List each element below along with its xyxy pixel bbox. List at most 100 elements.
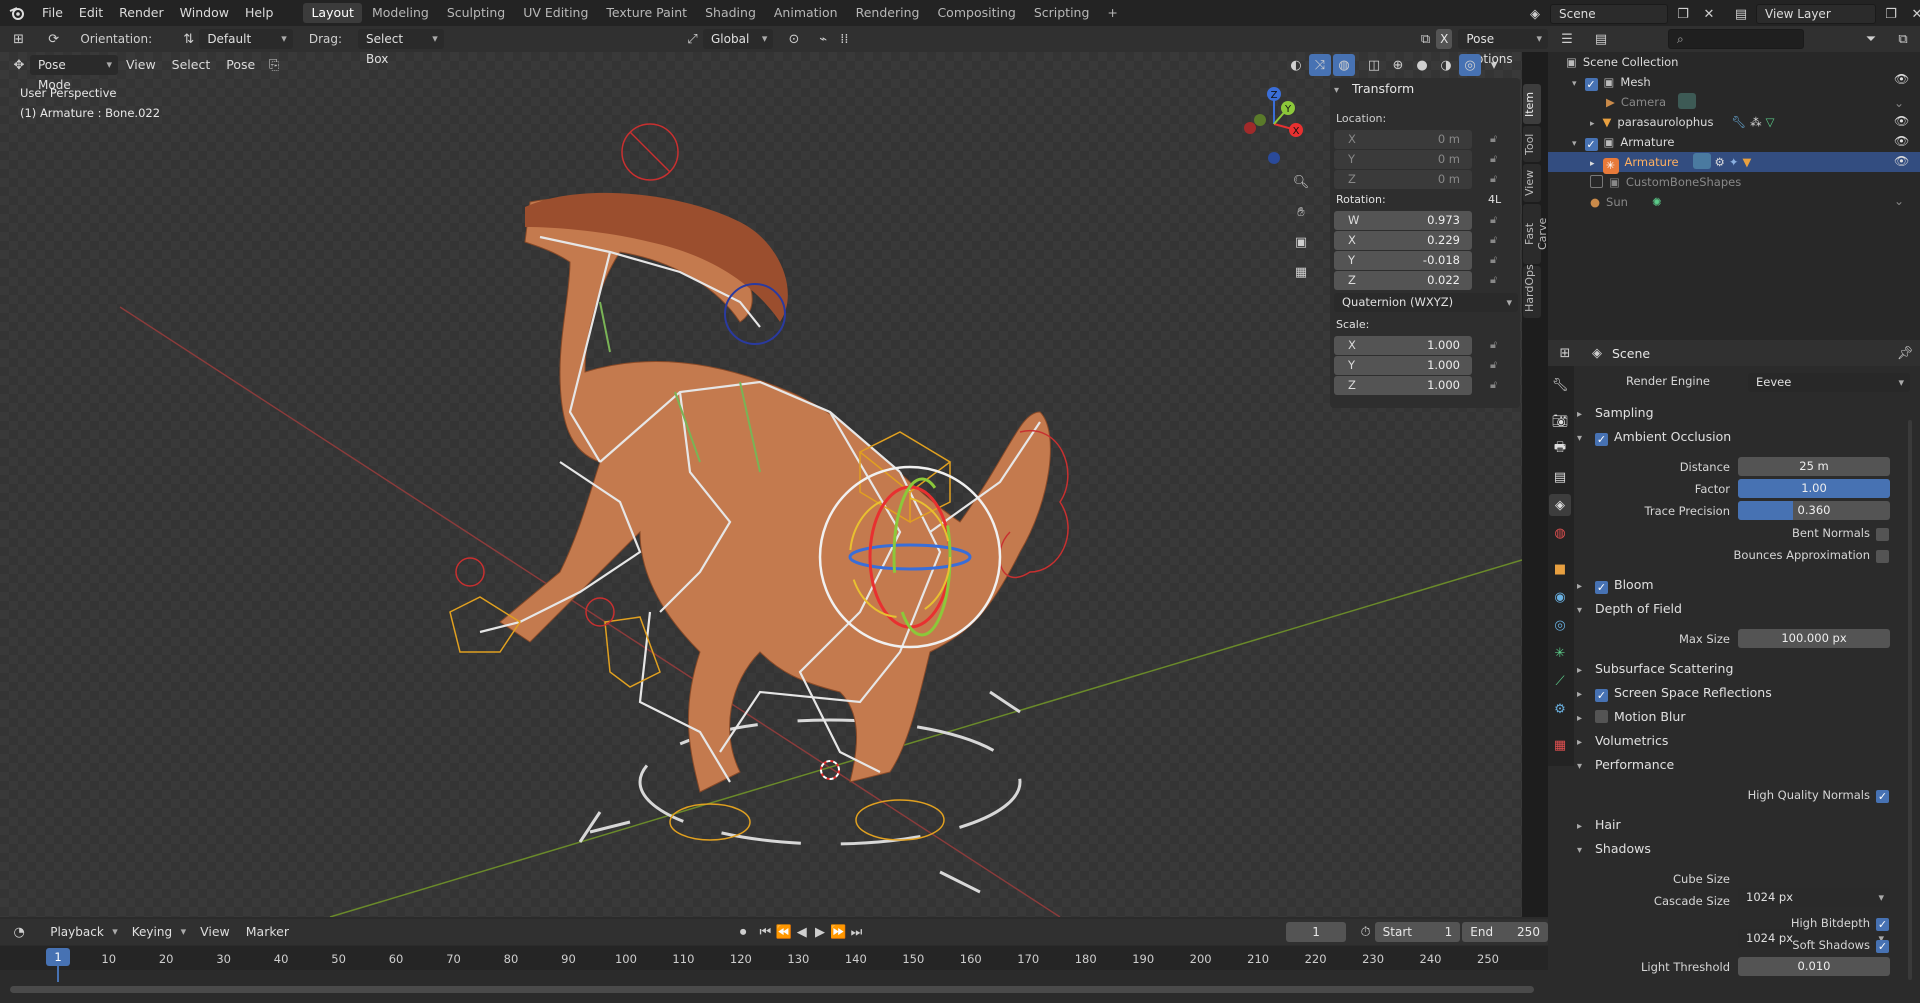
scale-y-field[interactable]: Y 1.000 <box>1334 356 1472 375</box>
perspective-grid-icon[interactable]: ▦ <box>1290 261 1312 283</box>
pose-options-dropdown[interactable]: Pose Options <box>1458 29 1549 66</box>
tab-sculpting[interactable]: Sculpting <box>439 3 513 23</box>
object-tab-icon[interactable]: ■ <box>1549 558 1571 580</box>
tool-tab-icon[interactable]: 🔧︎ <box>1549 374 1571 396</box>
section-ambient-occlusion[interactable]: ▾ Ambient Occlusion <box>1577 426 1731 448</box>
dof-max-size-field[interactable]: 100.000 px <box>1738 629 1890 648</box>
navigation-gizmo[interactable]: Z Y X <box>1240 84 1304 164</box>
motion-blur-checkbox[interactable] <box>1595 710 1608 723</box>
transform-panel-header[interactable]: ▾ Transform <box>1334 81 1414 96</box>
editor-type-icon[interactable]: ⊞ <box>8 28 29 50</box>
snap-icon[interactable]: ⌁ <box>813 28 834 50</box>
eye-icon[interactable]: 👁︎ <box>1894 154 1909 168</box>
lock-icon[interactable]: 🔓︎ <box>1490 338 1497 352</box>
lock-icon[interactable]: 🔓︎ <box>1490 253 1497 267</box>
pose-tool-icon[interactable]: ⟳ <box>43 28 64 50</box>
jump-end-icon[interactable]: ⏭ <box>847 921 865 943</box>
close-layer-icon[interactable]: ✕ <box>1906 3 1920 25</box>
rotation-w-field[interactable]: W 0.973 <box>1334 211 1472 230</box>
render-engine-dropdown[interactable]: Eevee <box>1748 373 1910 392</box>
eye-closed-icon[interactable]: ⌄ <box>1894 194 1904 208</box>
high-bitdepth-checkbox[interactable] <box>1876 918 1889 931</box>
ao-checkbox[interactable] <box>1595 433 1608 446</box>
zoom-icon[interactable]: 🔍︎ <box>1290 171 1312 193</box>
bent-normals-checkbox[interactable] <box>1876 528 1889 541</box>
x-mirror-toggle[interactable]: X <box>1436 29 1453 49</box>
view-layer-tab-icon[interactable]: ▤ <box>1549 466 1571 488</box>
eye-icon[interactable]: 👁︎ <box>1894 72 1909 86</box>
expand-icon[interactable]: ▸ <box>1590 119 1595 129</box>
scene-tab-icon[interactable]: ◈ <box>1549 494 1571 516</box>
ssr-checkbox[interactable] <box>1595 689 1608 702</box>
blender-logo-icon[interactable] <box>6 2 28 24</box>
keying-menu[interactable]: Keying <box>124 922 192 942</box>
expand-icon[interactable]: ▾ <box>1572 139 1577 149</box>
sidebar-tab-tool[interactable]: Tool <box>1523 126 1541 162</box>
current-frame-field[interactable]: 1 <box>1285 922 1347 942</box>
lock-icon[interactable]: 🔓︎ <box>1490 233 1497 247</box>
hq-normals-checkbox[interactable] <box>1876 790 1889 803</box>
eye-closed-icon[interactable]: ⌄ <box>1894 96 1904 110</box>
lock-icon[interactable]: 🔓︎ <box>1490 172 1497 186</box>
transform-orientation-dropdown[interactable]: Global <box>703 29 774 49</box>
location-x-field[interactable]: X 0 m <box>1334 130 1472 149</box>
output-tab-icon[interactable]: 🖶 <box>1549 438 1571 460</box>
rotation-z-field[interactable]: Z 0.022 <box>1334 271 1472 290</box>
marker-menu[interactable]: Marker <box>238 919 297 945</box>
outliner-parasaurolophus[interactable]: ▸ ▼ parasaurolophus 🔧︎ ⁂ ▽ <box>1590 112 1774 132</box>
close-scene-icon[interactable]: ✕ <box>1698 3 1720 25</box>
scene-selector[interactable]: Scene <box>1550 4 1668 24</box>
section-performance[interactable]: ▾ Performance <box>1577 754 1674 776</box>
collection-checkbox[interactable] <box>1584 138 1598 151</box>
light-threshold-field[interactable]: 0.010 <box>1738 957 1890 976</box>
location-z-field[interactable]: Z 0 m <box>1334 170 1472 189</box>
next-keyframe-icon[interactable]: ⏩ <box>829 921 847 943</box>
new-collection-icon[interactable]: ⧉ <box>1892 28 1914 50</box>
orientation-dropdown[interactable]: Default <box>199 29 293 49</box>
render-tab-icon[interactable]: 📷︎ <box>1549 410 1571 432</box>
timeline-editor-icon[interactable]: ◔ <box>10 921 28 943</box>
ao-distance-field[interactable]: 25 m <box>1738 457 1890 476</box>
lock-icon[interactable]: 🔓︎ <box>1490 152 1497 166</box>
copy-scene-icon[interactable]: ❐ <box>1672 3 1694 25</box>
lock-icon[interactable]: 🔓︎ <box>1490 132 1497 146</box>
snap-target-icon[interactable]: ⁞⁞ <box>834 28 855 50</box>
eye-icon[interactable]: 👁︎ <box>1894 114 1909 128</box>
section-depth-of-field[interactable]: ▾ Depth of Field <box>1577 598 1682 620</box>
tab-layout[interactable]: Layout <box>303 3 362 23</box>
rotation-y-field[interactable]: Y -0.018 <box>1334 251 1472 270</box>
outliner-custombone-collection[interactable]: ▣ CustomBoneShapes <box>1590 172 1741 192</box>
outliner-sun[interactable]: ● Sun ✺ <box>1590 192 1662 212</box>
location-y-field[interactable]: Y 0 m <box>1334 150 1472 169</box>
display-mode-icon[interactable]: ▤ <box>1590 28 1612 50</box>
collection-checkbox[interactable] <box>1590 175 1603 188</box>
menu-edit[interactable]: Edit <box>71 0 111 26</box>
pivot-icon[interactable]: ⊙ <box>783 28 804 50</box>
section-subsurface[interactable]: ▸ Subsurface Scattering <box>1577 658 1733 680</box>
section-bloom[interactable]: ▸ Bloom <box>1577 574 1654 596</box>
section-volumetrics[interactable]: ▸ Volumetrics <box>1577 730 1668 752</box>
outliner-scene-collection[interactable]: ▣ Scene Collection <box>1566 52 1678 72</box>
end-frame-field[interactable]: End 250 <box>1462 922 1548 942</box>
tab-modeling[interactable]: Modeling <box>364 3 437 23</box>
bloom-checkbox[interactable] <box>1595 581 1608 594</box>
view-layer-selector[interactable]: View Layer <box>1756 4 1876 24</box>
expand-icon[interactable]: ▾ <box>1572 79 1577 89</box>
texture-tab-icon[interactable]: ▦ <box>1549 734 1571 756</box>
eye-icon[interactable]: 👁︎ <box>1894 134 1909 148</box>
outliner-armature-object[interactable]: ▸ ✳ Armature ⚙ ✦ ▼ <box>1590 152 1751 174</box>
constraint-tab-icon[interactable]: ⚙ <box>1549 698 1571 720</box>
tab-uv-editing[interactable]: UV Editing <box>515 3 596 23</box>
rotation-x-field[interactable]: X 0.229 <box>1334 231 1472 250</box>
outliner-mesh-collection[interactable]: ▾ ▣ Mesh <box>1572 72 1651 92</box>
properties-editor-icon[interactable]: ⊞ <box>1554 342 1576 364</box>
tab-compositing[interactable]: Compositing <box>929 3 1023 23</box>
menu-render[interactable]: Render <box>111 0 172 26</box>
lock-icon[interactable]: 🔓︎ <box>1490 213 1497 227</box>
mirror-icon[interactable]: ⧉ <box>1415 28 1436 50</box>
physics-tab-icon[interactable]: ◎ <box>1549 614 1571 636</box>
outliner-armature-collection[interactable]: ▾ ▣ Armature <box>1572 132 1674 152</box>
add-workspace-button[interactable]: + <box>1099 3 1125 23</box>
properties-scrollbar[interactable] <box>1908 420 1912 980</box>
outliner-editor-icon[interactable]: ☰ <box>1556 28 1578 50</box>
